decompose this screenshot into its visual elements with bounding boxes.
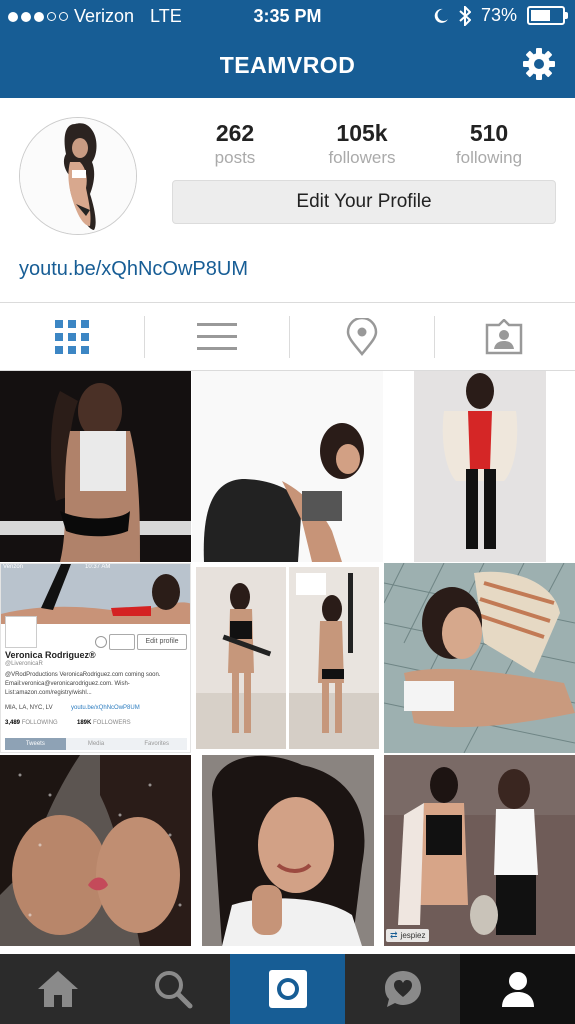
battery-percent: 73% — [480, 5, 517, 25]
embedded-name: Veronica Rodriguez® — [5, 650, 96, 660]
following-count: 510 — [469, 120, 509, 146]
grid-photo[interactable] — [384, 371, 575, 562]
embedded-gear-icon — [95, 636, 107, 648]
location-pin-icon — [346, 317, 377, 356]
followers-label: followers — [328, 148, 396, 167]
grid-photo[interactable] — [192, 371, 383, 562]
tab-location[interactable] — [290, 303, 433, 370]
repost-icon: ⇄ — [390, 930, 398, 940]
embedded-tab-tweets: Tweets — [5, 738, 66, 750]
nav-profile[interactable] — [460, 954, 575, 1024]
embedded-following-count: 3,489 — [5, 720, 21, 726]
embedded-following-label: FOLLOWING — [21, 720, 58, 726]
embedded-follow-icon — [109, 634, 135, 650]
tab-tagged[interactable] — [432, 303, 575, 370]
grid-photo[interactable]: ⇄ jespiez — [384, 755, 575, 946]
profile-icon — [501, 972, 534, 1007]
avatar-photo — [20, 118, 136, 234]
bluetooth-icon — [459, 5, 471, 26]
embedded-followers-label: FOLLOWERS — [93, 720, 131, 726]
search-icon — [154, 971, 192, 1009]
embedded-avatar — [5, 616, 37, 648]
posts-label: posts — [214, 148, 256, 167]
embedded-bio: @VRodProductions VeronicaRodriguez.com c… — [5, 672, 161, 696]
nav-activity[interactable] — [345, 954, 460, 1024]
grid-photo[interactable] — [192, 755, 383, 946]
posts-count: 262 — [215, 120, 255, 146]
view-tabs — [0, 303, 575, 371]
embedded-tab-media: Media — [65, 738, 127, 750]
bio-link[interactable]: youtu.be/xQhNcOwP8UM — [19, 258, 248, 281]
grid-photo-twitter-screenshot[interactable]: Verizon 10:37 AM Edit profile Veronica R… — [0, 563, 191, 753]
avatar[interactable] — [19, 117, 137, 235]
status-bar: Verizon LTE 3:35 PM 73% — [0, 0, 575, 34]
edit-profile-button[interactable]: Edit Your Profile — [172, 180, 556, 224]
grid-photo[interactable] — [192, 563, 383, 753]
battery-icon — [527, 6, 568, 25]
grid-photo[interactable] — [0, 755, 191, 946]
moon-icon — [434, 8, 448, 23]
following-stat[interactable]: 510 following — [424, 120, 554, 168]
nav-search[interactable] — [115, 954, 230, 1024]
embedded-location: MIA, LA, NYC, LV — [5, 705, 53, 711]
following-label: following — [455, 148, 523, 167]
top-bar: Verizon LTE 3:35 PM 73% TEAMVROD — [0, 0, 575, 98]
home-icon — [37, 971, 78, 1007]
photo-grid: Verizon 10:37 AM Edit profile Veronica R… — [0, 371, 575, 953]
followers-count: 105k — [336, 120, 388, 146]
gear-icon[interactable] — [521, 46, 557, 82]
nav-home[interactable] — [0, 954, 115, 1024]
embedded-followers-count: 189K — [77, 720, 92, 726]
followers-stat[interactable]: 105k followers — [297, 120, 427, 168]
camera-icon — [268, 970, 307, 1008]
tab-grid[interactable] — [0, 303, 143, 370]
activity-heart-icon — [384, 971, 421, 1007]
grid-photo[interactable] — [0, 371, 191, 562]
embedded-edit-profile: Edit profile — [137, 634, 187, 650]
grid-icon — [54, 319, 89, 354]
bottom-nav — [0, 954, 575, 1024]
repost-username: jespiez — [400, 931, 426, 940]
profile-header: 262 posts 105k followers 510 following E… — [0, 98, 575, 303]
page-title: TEAMVROD — [219, 52, 356, 78]
posts-stat[interactable]: 262 posts — [170, 120, 300, 168]
embedded-link: youtu.be/xQhNcOwP8UM — [71, 705, 140, 711]
tab-list[interactable] — [145, 303, 288, 370]
repost-badge: ⇄ jespiez — [386, 929, 430, 942]
grid-photo[interactable] — [384, 563, 575, 753]
embedded-tab-favorites: Favorites — [126, 738, 188, 750]
embedded-handle: @LiveronicaR — [5, 661, 43, 667]
list-icon — [196, 322, 237, 350]
tagged-photos-icon — [485, 318, 522, 354]
nav-camera[interactable] — [230, 954, 345, 1024]
